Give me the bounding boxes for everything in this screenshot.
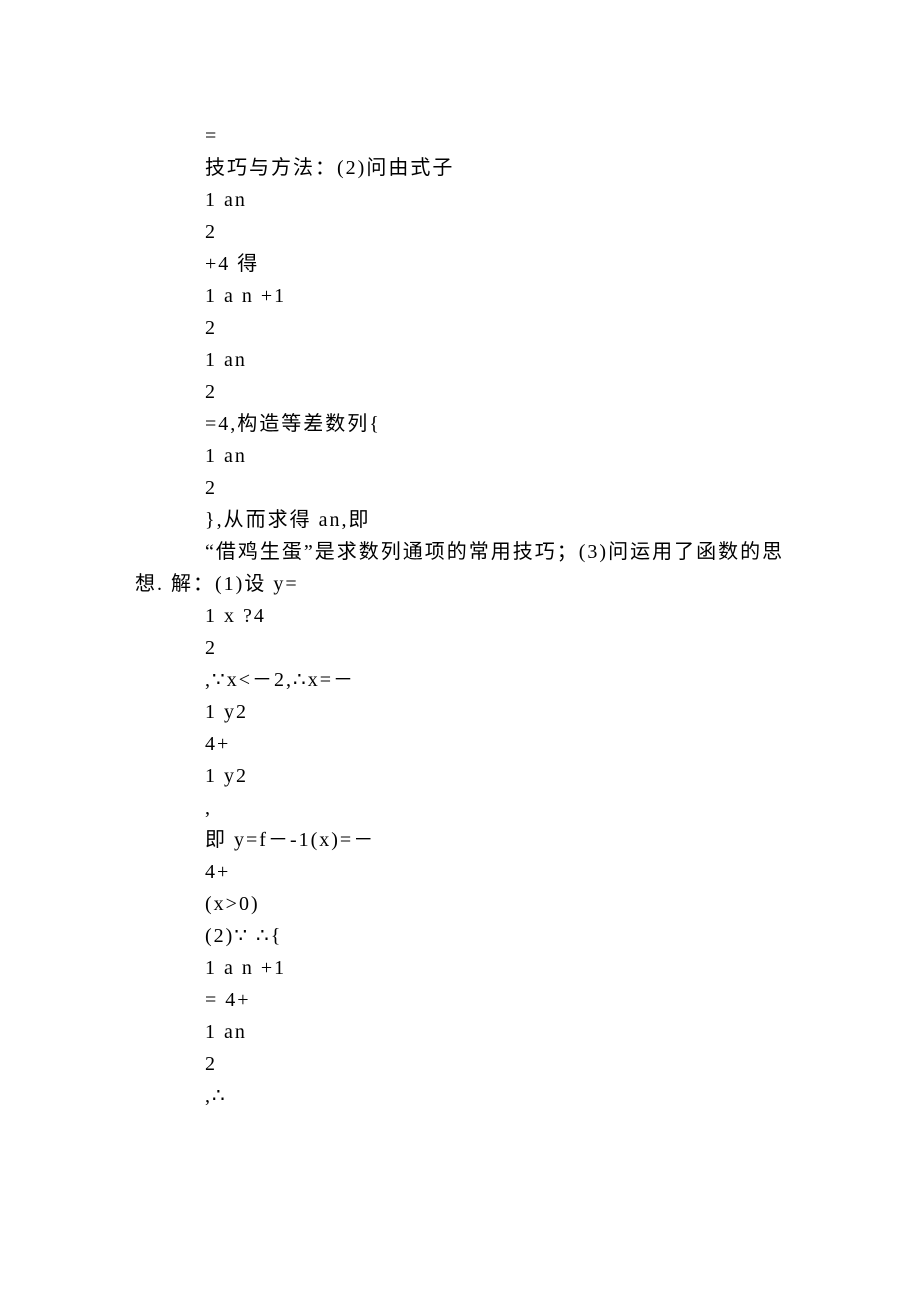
text-line: 1 a n +1 bbox=[0, 280, 920, 312]
text-line: 4+ bbox=[0, 856, 920, 888]
text-line: 4+ bbox=[0, 728, 920, 760]
text-line: 2 bbox=[0, 472, 920, 504]
text-line: 想. 解：(1)设 y= bbox=[0, 568, 920, 600]
text-line: “借鸡生蛋”是求数列通项的常用技巧；(3)问运用了函数的思 bbox=[0, 536, 920, 568]
text-line: = 4+ bbox=[0, 984, 920, 1016]
text-line: 即 y=f－-1(x)=－ bbox=[0, 824, 920, 856]
text-line: 1 an bbox=[0, 1016, 920, 1048]
text-line: 1 x ?4 bbox=[0, 600, 920, 632]
text-line: 2 bbox=[0, 1048, 920, 1080]
text-line: 1 a n +1 bbox=[0, 952, 920, 984]
text-line: 1 an bbox=[0, 184, 920, 216]
text-line: 2 bbox=[0, 312, 920, 344]
text-line: =4,构造等差数列{ bbox=[0, 408, 920, 440]
text-line: ,∵x<－2,∴x=－ bbox=[0, 664, 920, 696]
text-line: = bbox=[0, 120, 920, 152]
text-line: 2 bbox=[0, 216, 920, 248]
text-line: (2)∵ ∴{ bbox=[0, 920, 920, 952]
text-line: 1 an bbox=[0, 344, 920, 376]
text-line: (x>0) bbox=[0, 888, 920, 920]
text-line: +4 得 bbox=[0, 248, 920, 280]
text-line: 技巧与方法：(2)问由式子 bbox=[0, 152, 920, 184]
document-page: =技巧与方法：(2)问由式子1 an2+4 得1 a n +121 an2=4,… bbox=[0, 0, 920, 1302]
text-line: 2 bbox=[0, 376, 920, 408]
text-line: 1 an bbox=[0, 440, 920, 472]
text-line: 1 y2 bbox=[0, 760, 920, 792]
text-line: },从而求得 an,即 bbox=[0, 504, 920, 536]
text-line: 2 bbox=[0, 632, 920, 664]
text-line: ,∴ bbox=[0, 1080, 920, 1112]
text-line: , bbox=[0, 792, 920, 824]
text-line: 1 y2 bbox=[0, 696, 920, 728]
